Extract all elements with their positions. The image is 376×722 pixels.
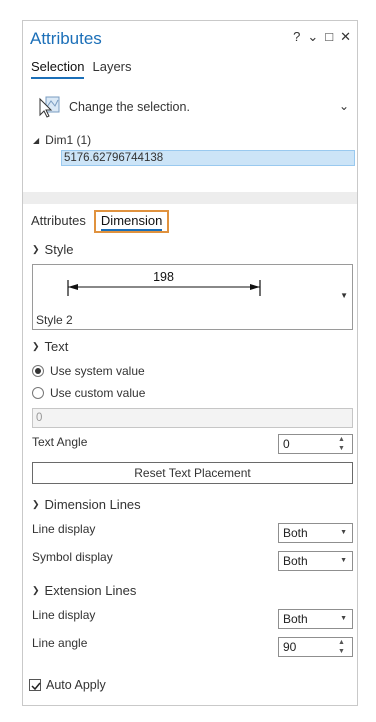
style-section-label: Style (44, 242, 74, 257)
line-angle-label: Line angle (32, 636, 88, 650)
text-section-header[interactable]: ❯ Text (32, 339, 68, 354)
auto-apply-checkbox[interactable] (29, 679, 41, 691)
change-selection-text: Change the selection. (69, 100, 190, 114)
radio-custom-value-label: Use custom value (50, 386, 146, 400)
reset-text-placement-button[interactable]: Reset Text Placement (32, 462, 353, 484)
chevron-down-icon: ❯ (32, 244, 40, 254)
radio-selected-dot (35, 368, 41, 374)
style-section-header[interactable]: ❯ Style (32, 242, 73, 257)
dim-line-display-label: Line display (32, 522, 96, 536)
dropdown-caret-icon: ▼ (340, 529, 347, 536)
chevron-down-icon: ❯ (32, 585, 40, 595)
checkmark-icon (31, 682, 41, 691)
extension-lines-section-header[interactable]: ❯ Extension Lines (32, 583, 136, 598)
style-preview-value: 198 (153, 270, 174, 284)
tab-attributes[interactable]: Attributes (31, 213, 86, 233)
extension-lines-label: Extension Lines (44, 583, 137, 598)
text-section-label: Text (44, 339, 69, 354)
symbol-display-label: Symbol display (32, 550, 113, 564)
attributes-pane: Attributes ? ⌄ □ ✕ Selection Layers Chan… (22, 20, 358, 706)
tree-node-label: Dim1 (1) (45, 133, 92, 147)
change-selection-row[interactable]: Change the selection. ⌄ (37, 93, 351, 121)
auto-apply-label: Auto Apply (46, 678, 106, 692)
divider-band (23, 192, 357, 204)
dimension-lines-label: Dimension Lines (44, 497, 141, 512)
ext-line-display-dropdown[interactable]: Both ▼ (278, 609, 353, 629)
dim-line-display-value: Both (283, 526, 308, 540)
pane-title-controls: ? ⌄ □ ✕ (293, 29, 351, 45)
radio-system-value[interactable]: Use system value (32, 364, 145, 378)
line-angle-stepper[interactable]: 90 ▲ ▼ (278, 637, 353, 657)
stepper-arrows-icon[interactable]: ▲ ▼ (338, 435, 350, 453)
maximize-icon[interactable]: □ (325, 29, 333, 45)
line-angle-value: 90 (283, 640, 297, 654)
close-icon[interactable]: ✕ (340, 29, 351, 45)
tab-layers[interactable]: Layers (92, 59, 131, 79)
radio-system-value-label: Use system value (50, 364, 145, 378)
dim-line-display-dropdown[interactable]: Both ▼ (278, 523, 353, 543)
tab-selection[interactable]: Selection (31, 59, 85, 79)
chevron-down-icon[interactable]: ⌄ (307, 29, 318, 45)
chevron-down-icon: ❯ (32, 341, 40, 351)
custom-value-input: 0 (32, 408, 353, 428)
dropdown-caret-icon: ▼ (340, 291, 348, 300)
expand-triangle-icon[interactable]: ◢ (33, 136, 39, 145)
dimension-lines-section-header[interactable]: ❯ Dimension Lines (32, 497, 141, 512)
sub-tabs: Attributes Dimension (31, 210, 170, 233)
tab-dimension-label: Dimension (100, 213, 163, 231)
tree-node[interactable]: ◢ Dim1 (1) (33, 133, 91, 147)
top-tabs: Selection Layers (31, 59, 132, 79)
text-angle-value: 0 (283, 437, 290, 451)
chevron-down-icon[interactable]: ⌄ (339, 99, 349, 113)
text-angle-label: Text Angle (32, 435, 88, 449)
ext-line-display-value: Both (283, 612, 308, 626)
dropdown-caret-icon: ▼ (340, 557, 347, 564)
ext-line-display-label: Line display (32, 608, 96, 622)
symbol-display-dropdown[interactable]: Both ▼ (278, 551, 353, 571)
dropdown-caret-icon: ▼ (340, 615, 347, 622)
tree-selected-feature[interactable]: 5176.62796744138 (61, 150, 355, 166)
style-picker[interactable]: 198 ▼ Style 2 (32, 264, 353, 330)
symbol-display-value: Both (283, 554, 308, 568)
radio-custom-value[interactable]: Use custom value (32, 386, 145, 400)
radio-button[interactable] (32, 387, 44, 399)
select-cursor-icon (39, 96, 60, 118)
chevron-down-icon: ❯ (32, 499, 40, 509)
radio-button[interactable] (32, 365, 44, 377)
help-icon[interactable]: ? (293, 29, 300, 45)
auto-apply-toggle[interactable]: Auto Apply (29, 678, 106, 692)
selected-style-label: Style 2 (36, 313, 73, 327)
text-angle-stepper[interactable]: 0 ▲ ▼ (278, 434, 353, 454)
pane-title: Attributes (30, 29, 102, 48)
tab-dimension[interactable]: Dimension (93, 210, 170, 233)
stepper-arrows-icon[interactable]: ▲ ▼ (338, 638, 350, 656)
